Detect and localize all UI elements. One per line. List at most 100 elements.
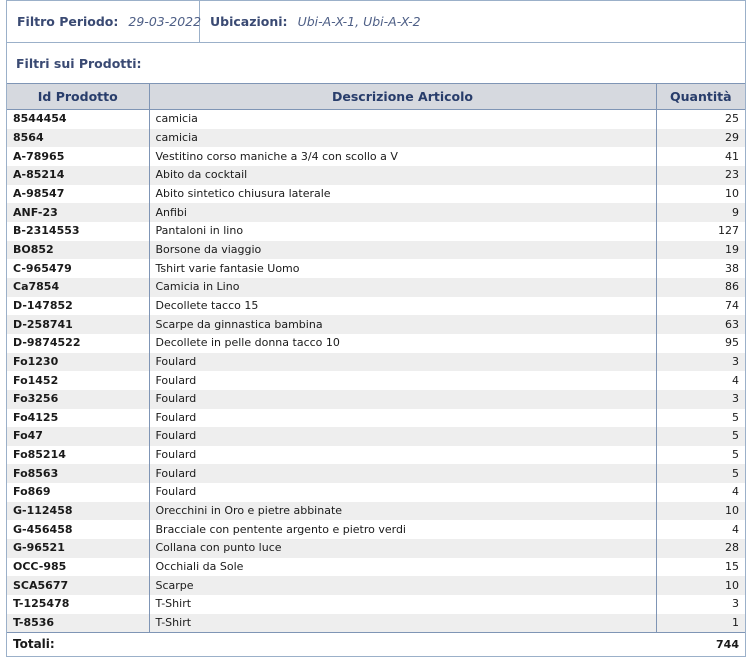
cell-product-id: G-96521	[7, 539, 150, 558]
table-row[interactable]: Fo8563 Foulard 5	[7, 464, 745, 484]
locations-filter-label: Ubicazioni:	[210, 14, 288, 29]
cell-description: T-Shirt	[149, 613, 657, 633]
cell-description: Foulard	[149, 427, 657, 446]
totals-row: Totali: 744	[7, 632, 745, 656]
cell-quantity: 28	[656, 539, 745, 558]
locations-filter: Ubicazioni: Ubi-A-X-1, Ubi-A-X-2	[200, 1, 431, 42]
cell-description: Foulard	[149, 445, 657, 465]
cell-quantity: 3	[656, 389, 745, 409]
table-header-row: Id Prodotto Descrizione Articolo Quantit…	[7, 83, 745, 110]
cell-description: Foulard	[149, 352, 657, 372]
table-row[interactable]: Fo47 Foulard 5	[7, 427, 745, 446]
table-body: 8544454 camicia 25 8564 camicia 29 A-78965 Vest…	[7, 109, 745, 633]
table-row[interactable]: G-456458 Bracciale con pentente argento e…	[7, 520, 745, 540]
table-row[interactable]: G-112458 Orecchini in Oro e pietre abbina…	[7, 501, 745, 521]
table-row[interactable]: T-8536 T-Shirt 1	[7, 613, 745, 633]
cell-description: camicia	[149, 109, 657, 129]
cell-quantity: 63	[656, 315, 745, 334]
table-row[interactable]: BO852 Borsone da viaggio 19	[7, 240, 745, 260]
cell-quantity: 5	[732, 410, 739, 424]
table-row[interactable]: B-2314553 Pantaloni in lino 127	[7, 221, 745, 241]
cell-product-id: D-258741	[7, 315, 150, 334]
cell-product-id: G-112458	[7, 501, 150, 521]
table-row[interactable]: A-85214 Abito da cocktail 23	[7, 165, 745, 185]
cell-description: Anfibi	[149, 203, 657, 222]
cell-description: Pantaloni in lino	[149, 221, 657, 241]
products-table: Id Prodotto Descrizione Articolo Quantit…	[7, 83, 745, 656]
cell-product-id: A-85214	[7, 165, 150, 185]
table-row[interactable]: OCC-985 Occhiali da Sole 15	[7, 557, 745, 577]
cell-product-id: C-965479	[7, 259, 150, 278]
cell-quantity: 10	[725, 186, 739, 200]
products-filter-label: Filtri sui Prodotti:	[16, 55, 142, 71]
cell-quantity: 3	[732, 597, 739, 611]
cell-description: Decollete tacco 15	[149, 296, 657, 316]
cell-description: Abito da cocktail	[149, 165, 657, 185]
cell-product-id: Fo869	[7, 483, 150, 502]
cell-quantity: 10	[656, 501, 745, 521]
column-header-description[interactable]: Descrizione Articolo	[149, 83, 657, 110]
cell-product-id: B-2314553	[7, 221, 150, 241]
table-row[interactable]: Fo869 Foulard 4	[7, 483, 745, 502]
cell-quantity: 29	[656, 128, 745, 148]
locations-filter-value: Ubi-A-X-1, Ubi-A-X-2	[297, 14, 421, 29]
cell-description: Scarpe	[149, 576, 657, 596]
cell-product-id: BO852	[7, 240, 150, 260]
cell-description: Camicia in Lino	[149, 277, 657, 297]
products-table-container: Id Prodotto Descrizione Articolo Quantit…	[7, 83, 745, 656]
table-row[interactable]: A-98547 Abito sintetico chiusura laterale…	[7, 184, 745, 204]
cell-description: Borsone da viaggio	[149, 240, 657, 260]
cell-quantity: 4	[732, 373, 739, 387]
table-row[interactable]: D-147852 Decollete tacco 15 74	[7, 296, 745, 316]
cell-description: Collana con punto luce	[149, 539, 657, 558]
period-filter: Filtro Periodo: 29-03-2022	[7, 1, 202, 42]
cell-quantity: 4	[732, 485, 739, 499]
cell-product-id: Fo1452	[7, 371, 150, 390]
filter-bar: Filtro Periodo: 29-03-2022 Ubicazioni: U…	[7, 1, 745, 43]
report-frame: Filtro Periodo: 29-03-2022 Ubicazioni: U…	[6, 0, 746, 657]
table-row[interactable]: G-96521 Collana con punto luce 28	[7, 539, 745, 558]
cell-quantity: 38	[725, 261, 739, 275]
cell-quantity: 23	[656, 165, 745, 185]
cell-description: Scarpe da ginnastica bambina	[149, 315, 657, 334]
cell-quantity: 5	[732, 448, 739, 462]
cell-description: Foulard	[149, 408, 657, 428]
cell-product-id: T-125478	[7, 595, 150, 614]
table-row[interactable]: T-125478 T-Shirt 3	[7, 595, 745, 614]
table-row[interactable]: Fo1452 Foulard 4	[7, 371, 745, 390]
table-row[interactable]: D-9874522 Decollete in pelle donna tacco …	[7, 333, 745, 353]
cell-product-id: Fo4125	[7, 408, 150, 428]
cell-product-id: 8564	[7, 128, 150, 148]
table-row[interactable]: Fo85214 Foulard 5	[7, 445, 745, 465]
column-header-id[interactable]: Id Prodotto	[7, 83, 150, 110]
table-row[interactable]: Fo4125 Foulard 5	[7, 408, 745, 428]
table-row[interactable]: A-78965 Vestitino corso maniche a 3/4 con…	[7, 147, 745, 166]
cell-description: Occhiali da Sole	[149, 557, 657, 577]
cell-quantity: 4	[732, 522, 739, 536]
table-row[interactable]: D-258741 Scarpe da ginnastica bambina 63	[7, 315, 745, 334]
table-row[interactable]: ANF-23 Anfibi 9	[7, 203, 745, 222]
table-row[interactable]: Fo1230 Foulard 3	[7, 352, 745, 372]
table-row[interactable]: C-965479 Tshirt varie fantasie Uomo 38	[7, 259, 745, 278]
cell-description: Foulard	[149, 389, 657, 409]
table-row[interactable]: Fo3256 Foulard 3	[7, 389, 745, 409]
cell-product-id: SCA5677	[7, 576, 150, 596]
cell-product-id: A-98547	[7, 184, 150, 204]
cell-product-id: Fo85214	[7, 445, 150, 465]
cell-quantity: 15	[725, 560, 739, 574]
cell-description: Foulard	[149, 483, 657, 502]
table-row[interactable]: Ca7854 Camicia in Lino 86	[7, 277, 745, 297]
cell-quantity: 5	[656, 427, 745, 446]
period-filter-value: 29-03-2022	[128, 14, 202, 29]
totals-value: 744	[656, 632, 745, 656]
cell-product-id: T-8536	[7, 613, 150, 633]
table-row[interactable]: SCA5677 Scarpe 10	[7, 576, 745, 596]
table-row[interactable]: 8564 camicia 29	[7, 128, 745, 148]
cell-description: Bracciale con pentente argento e pietro …	[149, 520, 657, 540]
table-row[interactable]: 8544454 camicia 25	[7, 109, 745, 129]
cell-quantity: 127	[718, 224, 739, 238]
cell-product-id: Fo8563	[7, 464, 150, 484]
column-header-quantity[interactable]: Quantità	[656, 83, 745, 110]
cell-quantity: 74	[725, 298, 739, 312]
cell-quantity: 10	[656, 576, 745, 596]
